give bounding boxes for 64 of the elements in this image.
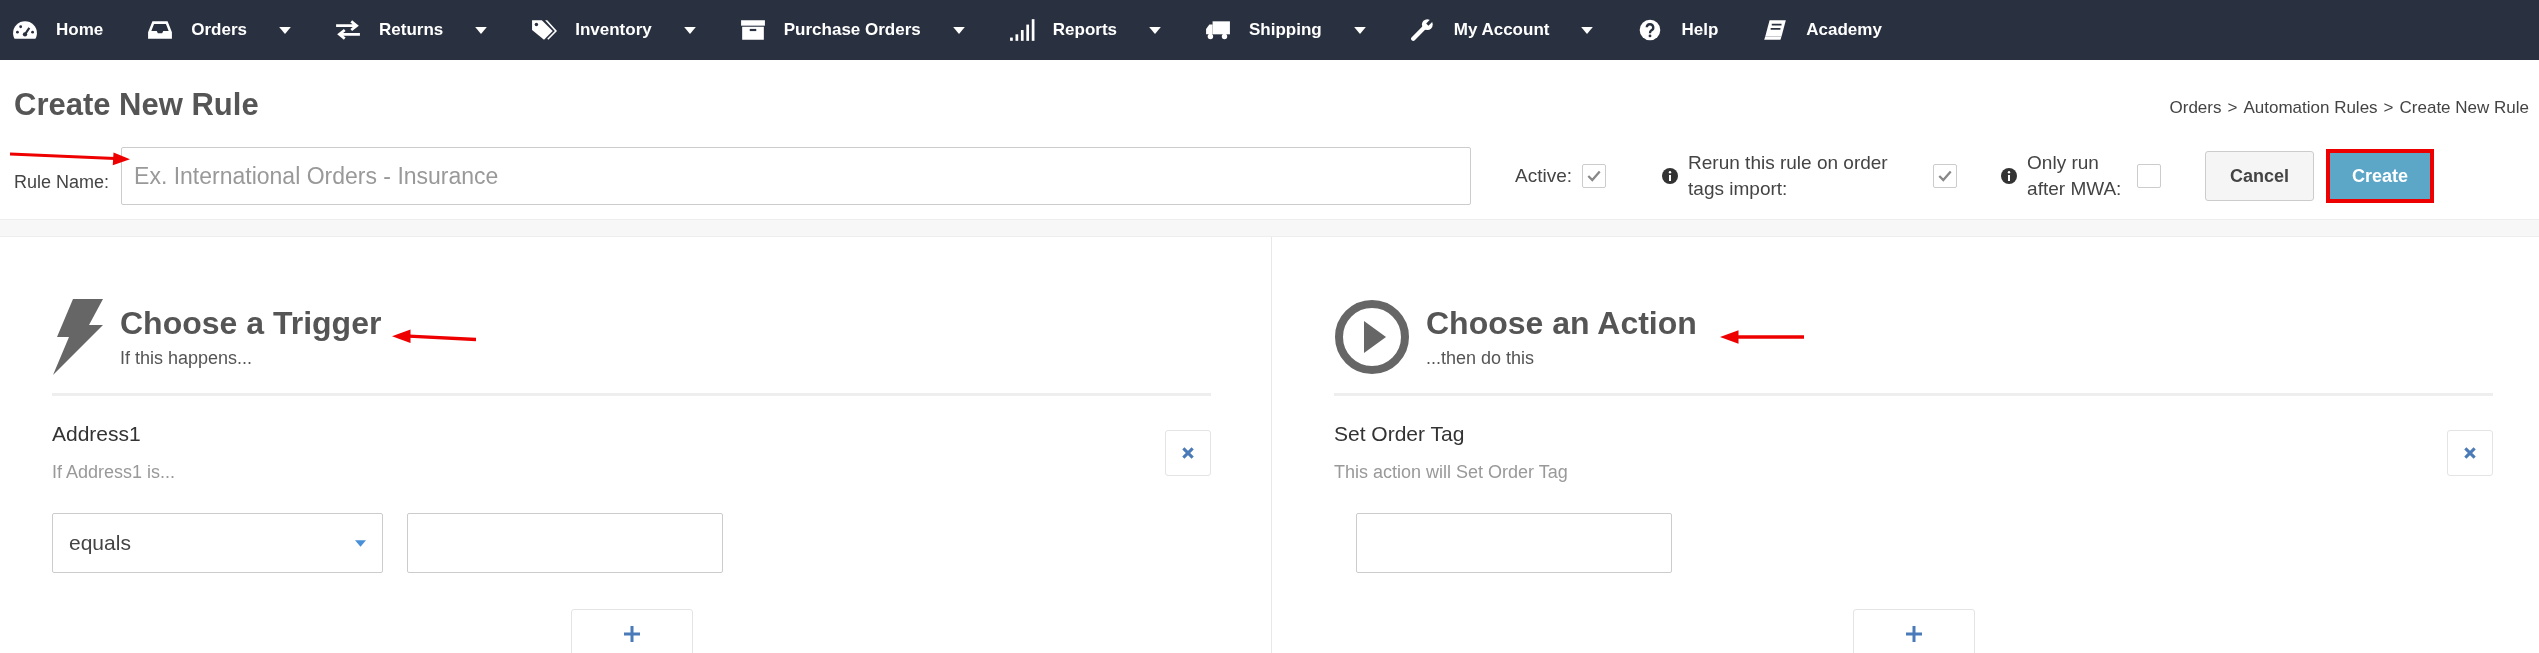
tag-icon — [531, 19, 558, 41]
remove-button[interactable] — [1165, 430, 1211, 476]
operator-value: equals — [69, 531, 131, 555]
signal-bars-icon — [1008, 19, 1035, 41]
option-label: Only run after MWA: — [2027, 151, 2123, 201]
wrench-icon — [1409, 19, 1436, 41]
checkbox[interactable] — [1582, 164, 1607, 188]
caret-icon[interactable] — [683, 26, 696, 34]
panel-subtitle: If this happens... — [120, 348, 253, 369]
caret-icon[interactable] — [952, 26, 965, 34]
swap-arrows-icon — [335, 19, 361, 41]
caret-icon[interactable] — [1353, 26, 1366, 34]
nav-link[interactable]: Home — [56, 20, 104, 40]
item-name: Address1 — [52, 422, 141, 446]
remove-button[interactable] — [2447, 430, 2493, 476]
nav-link[interactable]: Reports — [1052, 20, 1117, 40]
breadcrumb-separator: > — [2383, 97, 2394, 118]
item-name: Set Order Tag — [1334, 422, 1465, 446]
caret-icon — [355, 539, 366, 547]
nav-link[interactable]: Returns — [379, 20, 444, 40]
caret-icon[interactable] — [1581, 26, 1594, 34]
nav-link[interactable]: Shipping — [1249, 20, 1322, 40]
book-icon — [1762, 19, 1789, 41]
option-label: Rerun this rule on order tags import: — [1688, 151, 1889, 201]
panel-title: Choose an Action — [1426, 305, 1697, 342]
nav-link[interactable]: Orders — [191, 20, 247, 40]
breadcrumb-link[interactable]: Orders — [2169, 97, 2222, 118]
inbox-icon — [147, 19, 174, 41]
option-label: Active: — [1515, 164, 1573, 188]
caret-icon[interactable] — [279, 26, 291, 34]
caret-icon[interactable] — [1149, 26, 1161, 34]
value-field[interactable] — [1356, 513, 1672, 573]
panel-title: Choose a Trigger — [120, 305, 382, 342]
panel-subtitle: ...then do this — [1426, 348, 1535, 369]
page-title: Create New Rule — [14, 85, 259, 123]
rule-name-field[interactable]: Ex. International Orders - Insurance — [121, 147, 1472, 205]
check-icon — [1586, 168, 1603, 184]
value-field[interactable] — [407, 513, 723, 573]
caret-icon[interactable] — [475, 26, 488, 34]
nav-link[interactable]: Purchase Orders — [783, 20, 921, 40]
plus-icon — [621, 624, 642, 644]
dashboard-icon — [12, 19, 38, 41]
nav-link[interactable]: Help — [1681, 20, 1719, 40]
truck-icon — [1205, 19, 1231, 41]
nav-link[interactable]: Inventory — [575, 20, 652, 40]
operator-dropdown[interactable]: equals — [52, 513, 383, 573]
play-circle-icon — [1334, 299, 1410, 375]
checkbox[interactable] — [1933, 164, 1958, 188]
nav-link[interactable]: Academy — [1806, 20, 1882, 40]
breadcrumb-separator: > — [2227, 97, 2238, 118]
rule-name-label: Rule Name: — [14, 171, 110, 193]
nav-link[interactable]: My Account — [1453, 20, 1550, 40]
check-icon — [1937, 168, 1954, 184]
plus-icon — [1903, 624, 1924, 644]
close-icon — [2463, 446, 2477, 460]
breadcrumb-link[interactable]: Automation Rules — [2243, 97, 2378, 118]
item-description: If Address1 is... — [52, 462, 176, 483]
checkbox[interactable] — [2137, 164, 2162, 188]
lightning-bolt-icon — [52, 299, 104, 375]
breadcrumb-current: Create New Rule — [2399, 97, 2529, 118]
item-description: This action will Set Order Tag — [1334, 462, 1568, 483]
button[interactable]: Cancel — [2205, 151, 2315, 201]
close-icon — [1181, 446, 1195, 460]
archive-box-icon — [739, 19, 766, 41]
